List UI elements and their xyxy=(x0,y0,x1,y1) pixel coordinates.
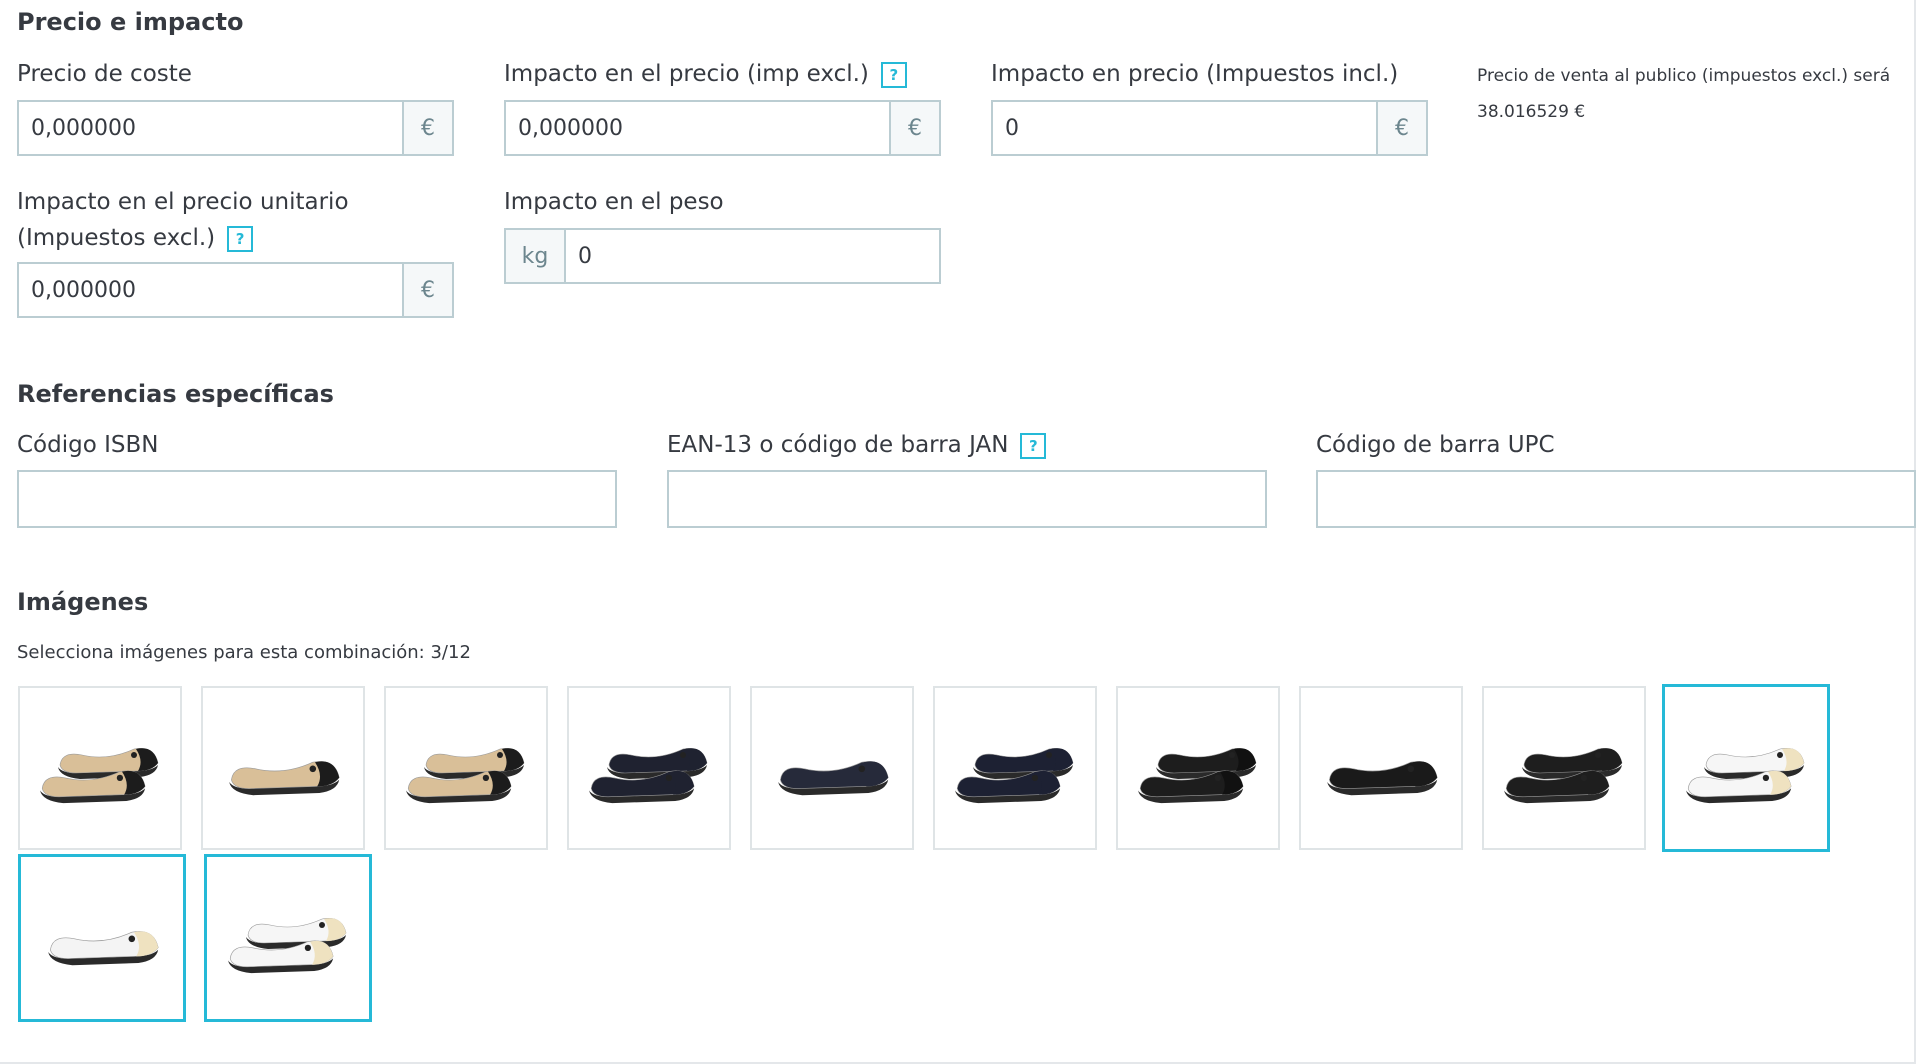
image-thumbnail[interactable] xyxy=(750,686,914,850)
currency-addon: € xyxy=(402,102,452,154)
unit-price-impact-field: € xyxy=(17,262,454,318)
section-title-price: Precio e impacto xyxy=(17,8,244,36)
price-impact-incl-field: € xyxy=(991,100,1428,156)
shoe-photo xyxy=(589,748,708,804)
currency-addon: € xyxy=(402,264,452,316)
isbn-field xyxy=(17,470,617,528)
final-price-note: Precio de venta al publico (impuestos ex… xyxy=(1477,58,1890,130)
section-title-references: Referencias específicas xyxy=(17,380,334,408)
unit-price-impact-label-line2: (Impuestos excl.)? xyxy=(17,220,349,256)
unit-price-impact-label-line1: Impacto en el precio unitario xyxy=(17,189,349,215)
shoe-photo xyxy=(406,748,525,804)
unit-price-impact-label-text: (Impuestos excl.) xyxy=(17,225,216,251)
upc-input[interactable] xyxy=(1318,472,1914,526)
weight-impact-label: Impacto en el peso xyxy=(504,189,724,215)
cost-price-field: € xyxy=(17,100,454,156)
combination-form: Precio e impacto Precio de coste € Impac… xyxy=(0,0,1916,1064)
shoe-photo xyxy=(955,748,1074,804)
price-impact-excl-label: Impacto en el precio (imp excl.)? xyxy=(504,56,907,92)
unit-price-impact-input[interactable] xyxy=(19,264,402,316)
shoe-photo xyxy=(228,918,347,974)
upc-label: Código de barra UPC xyxy=(1316,432,1555,458)
image-thumbnail[interactable] xyxy=(384,686,548,850)
image-thumbnail[interactable] xyxy=(18,854,186,1022)
help-icon[interactable]: ? xyxy=(1020,432,1047,459)
price-impact-excl-text: Impacto en el precio (imp excl.) xyxy=(504,61,869,87)
final-price-note-line2: 38.016529 € xyxy=(1477,102,1586,122)
price-impact-incl-label: Impacto en precio (Impuestos incl.) xyxy=(991,61,1399,87)
images-subtitle: Selecciona imágenes para esta combinació… xyxy=(17,642,471,663)
image-thumbnail[interactable] xyxy=(1482,686,1646,850)
cost-price-input[interactable] xyxy=(19,102,402,154)
price-impact-excl-field: € xyxy=(504,100,941,156)
shoe-photo xyxy=(778,761,889,796)
image-thumbnail[interactable] xyxy=(18,686,182,850)
section-title-images: Imágenes xyxy=(17,588,149,616)
cost-price-label: Precio de coste xyxy=(17,61,192,87)
price-impact-incl-input[interactable] xyxy=(993,102,1376,154)
price-impact-excl-input[interactable] xyxy=(506,102,889,154)
help-icon[interactable]: ? xyxy=(227,225,254,252)
weight-impact-field: kg xyxy=(504,228,941,284)
isbn-label: Código ISBN xyxy=(17,432,159,458)
shoe-photo xyxy=(1504,748,1623,804)
final-price-note-line1: Precio de venta al publico (impuestos ex… xyxy=(1477,66,1891,86)
image-thumbnail[interactable] xyxy=(933,686,1097,850)
weight-unit-addon: kg xyxy=(506,230,566,282)
ean13-label: EAN-13 o código de barra JAN? xyxy=(667,427,1047,463)
unit-price-impact-label: Impacto en el precio unitario (Impuestos… xyxy=(17,184,349,256)
shoe-photo xyxy=(40,748,159,804)
shoe-photo xyxy=(1327,761,1438,796)
shoe-photo xyxy=(229,761,340,796)
ean13-input[interactable] xyxy=(669,472,1265,526)
shoe-photo xyxy=(1138,748,1257,804)
weight-impact-input[interactable] xyxy=(566,230,939,282)
currency-addon: € xyxy=(889,102,939,154)
help-icon[interactable]: ? xyxy=(880,61,907,88)
shoe-photo xyxy=(1686,748,1805,804)
image-thumbnail[interactable] xyxy=(567,686,731,850)
currency-addon: € xyxy=(1376,102,1426,154)
image-thumbnail[interactable] xyxy=(1116,686,1280,850)
shoe-photo xyxy=(48,931,159,966)
image-thumbnail[interactable] xyxy=(204,854,372,1022)
isbn-input[interactable] xyxy=(19,472,615,526)
ean13-label-text: EAN-13 o código de barra JAN xyxy=(667,432,1009,458)
ean13-field xyxy=(667,470,1267,528)
image-thumbnail[interactable] xyxy=(1662,684,1830,852)
upc-field xyxy=(1316,470,1916,528)
image-thumbnail[interactable] xyxy=(1299,686,1463,850)
image-thumbnail[interactable] xyxy=(201,686,365,850)
